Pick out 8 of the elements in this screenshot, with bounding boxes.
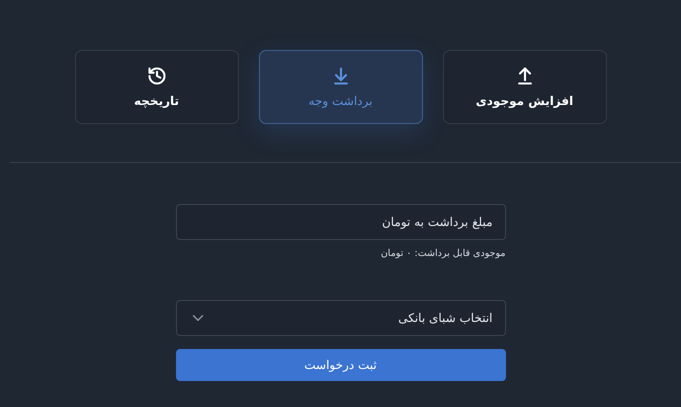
tab[interactable]: برداشت وجه <box>258 50 422 124</box>
sheba-select[interactable]: انتخاب شبای بانکی <box>176 300 506 336</box>
tab[interactable]: تاریخچه <box>74 50 238 124</box>
balance-hint: موجودی قابل برداشت: ۰ تومان <box>380 248 506 259</box>
submit-button[interactable]: ثبت درخواست <box>176 349 506 381</box>
tab[interactable]: افزایش موجودی <box>442 50 606 124</box>
amount-field[interactable]: مبلغ برداشت به تومان <box>176 204 506 240</box>
history-icon <box>146 66 166 86</box>
